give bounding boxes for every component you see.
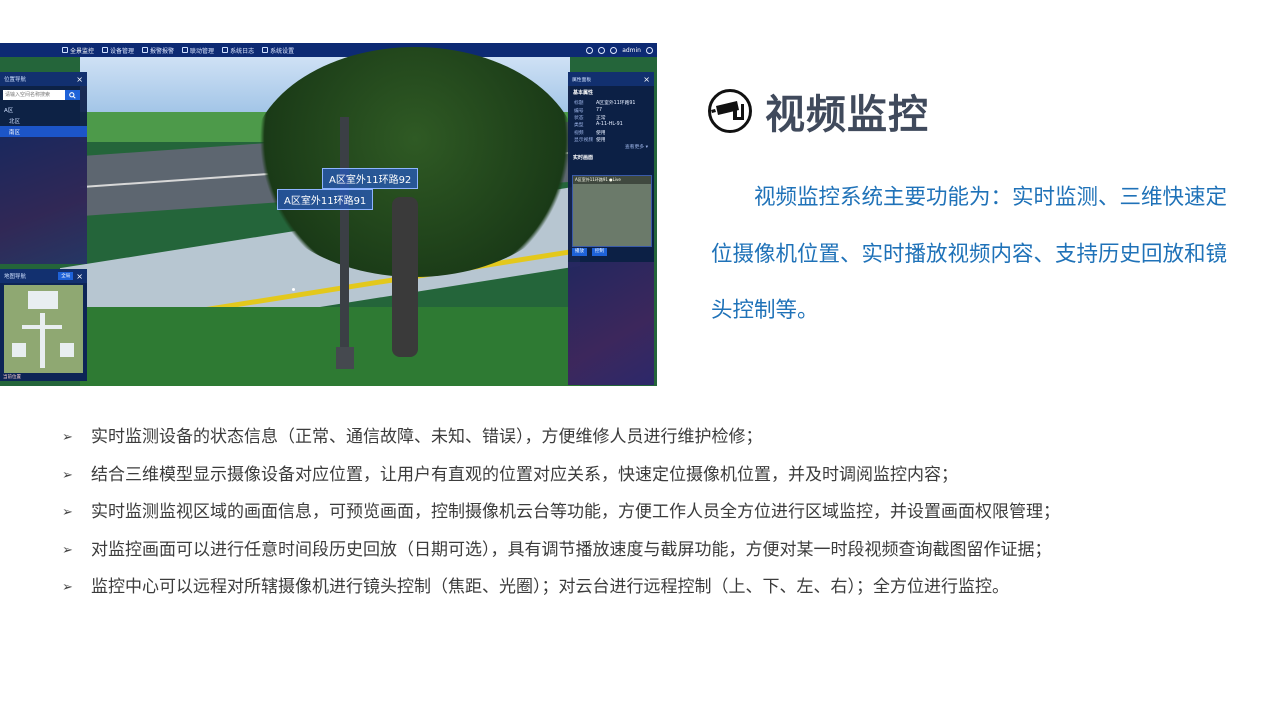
- section-video: 实时画面: [573, 155, 594, 162]
- minimap-road: [40, 313, 45, 368]
- log-icon: [222, 47, 229, 53]
- control-button[interactable]: 控制: [592, 248, 607, 256]
- minimap-title: 地图导航: [4, 274, 27, 280]
- close-icon[interactable]: ×: [643, 75, 650, 84]
- username[interactable]: admin: [622, 47, 641, 54]
- menu-item-settings[interactable]: 系统设置: [262, 46, 294, 55]
- prop-row: 类型 A-11-HL-91: [574, 122, 623, 129]
- nav-panel-background: [0, 132, 87, 264]
- topbar-right: admin: [586, 43, 653, 57]
- bell-icon: [142, 47, 149, 53]
- location-nav-panel: 位置导航 × A区 北区 南区: [0, 72, 87, 264]
- minimap-building: [28, 291, 58, 309]
- app-screenshot: 全景监控 设备管理 报警报警 联动管理 系统日志 系统设置 admin A区室外…: [0, 43, 657, 386]
- camera-label-92[interactable]: A区室外11环路92: [322, 168, 419, 189]
- user-icon: [610, 46, 618, 54]
- more-link[interactable]: 查看更多 ▾: [568, 143, 654, 151]
- video-title: A区室外11环路91 ●Live: [573, 176, 651, 184]
- minimap-current-location: 当前位置: [3, 375, 21, 380]
- power-icon[interactable]: [646, 46, 653, 54]
- list-item: ➢ 实时监测监视区域的画面信息，可预览画面，控制摄像机云台等功能，方便工作人员全方…: [60, 498, 1230, 527]
- nav-search: [3, 90, 84, 100]
- device-icon: [102, 47, 109, 53]
- tree-item-south[interactable]: 南区: [0, 126, 87, 137]
- feature-list: ➢ 实时监测设备的状态信息（正常、通信故障、未知、错误），方便维修人员进行维护检修…: [60, 423, 1230, 611]
- arrow-bullet-icon: ➢: [62, 467, 73, 483]
- property-panel-background: [568, 262, 654, 385]
- nav-panel-header: 位置导航 ×: [0, 72, 87, 86]
- cursor-dot: [292, 288, 295, 291]
- prop-row: 编号 77: [574, 107, 603, 114]
- monitor-icon: [62, 47, 68, 53]
- app-topbar: 全景监控 设备管理 报警报警 联动管理 系统日志 系统设置 admin: [0, 43, 657, 57]
- minimap-header: 地图导航 全局 ×: [0, 269, 87, 283]
- close-icon[interactable]: ×: [76, 272, 83, 281]
- search-button[interactable]: [65, 90, 80, 100]
- menu-item-linkage[interactable]: 联动管理: [182, 46, 214, 55]
- prop-row: 显示视频 使用: [574, 138, 606, 144]
- list-item: ➢ 监控中心可以远程对所辖摄像机进行镜头控制（焦距、光圈）；对云台进行远程控制（上…: [60, 573, 1230, 602]
- cctv-camera-icon: [708, 89, 752, 133]
- title-block: 视频监控: [707, 80, 929, 142]
- list-item: ➢ 结合三维模型显示摄像设备对应位置，让用户有直观的位置对应关系，快速定位摄像机位…: [60, 461, 1230, 490]
- minimap-building: [60, 343, 74, 357]
- menu-item-panorama[interactable]: 全景监控: [62, 46, 94, 55]
- prop-row: 状态 正常: [574, 115, 606, 121]
- menu-item-logs[interactable]: 系统日志: [222, 46, 254, 55]
- play-button[interactable]: 播放: [572, 248, 587, 256]
- menu-item-alarms[interactable]: 报警报警: [142, 46, 174, 55]
- arrow-bullet-icon: ➢: [62, 580, 73, 595]
- menu-item-devices[interactable]: 设备管理: [102, 46, 134, 55]
- camera-pole[interactable]: [340, 117, 349, 367]
- help-icon[interactable]: [586, 46, 594, 54]
- close-icon[interactable]: ×: [76, 75, 83, 84]
- property-panel-title: 属性面板: [572, 77, 592, 83]
- prop-row: 视频 使用: [574, 130, 606, 136]
- prop-row: 标题 A区室外11环路91: [574, 101, 636, 107]
- section-basic: 基本属性: [573, 90, 594, 96]
- tree-item-north[interactable]: 北区: [0, 115, 87, 126]
- info-icon[interactable]: [598, 46, 606, 54]
- tree-item-a[interactable]: A区: [0, 104, 87, 115]
- property-panel-header: 属性面板 ×: [568, 72, 654, 86]
- list-item: ➢ 对监控画面可以进行任意时间段历史回放（日期可选），具有调节播放速度与截屏功能，…: [60, 536, 1230, 565]
- scene-grass-near: [80, 307, 580, 386]
- camera-pole-base: [336, 347, 354, 369]
- minimap-building: [12, 343, 26, 357]
- camera-label-91[interactable]: A区室外11环路91: [277, 189, 374, 210]
- nav-search-input[interactable]: [3, 90, 65, 100]
- page-title: 视频监控: [765, 92, 929, 138]
- live-video-preview[interactable]: A区室外11环路91 ●Live: [572, 175, 652, 247]
- minimap[interactable]: [4, 285, 83, 373]
- minimap-global-button[interactable]: 全局: [58, 272, 74, 280]
- link-icon: [182, 47, 189, 53]
- page-description: 视频监控系统主要功能为：实时监测、三维快速定位摄像机位置、实时播放视频内容、支持…: [711, 185, 1228, 323]
- 3d-scene[interactable]: A区室外11环路92 A区室外11环路91: [0, 47, 657, 386]
- property-panel: 属性面板 × 基本属性 标题 A区室外11环路91 编号 77 状态 正常 类型 A-1…: [568, 72, 654, 385]
- list-item: ➢ 实时监测设备的状态信息（正常、通信故障、未知、错误），方便维修人员进行维护检修…: [60, 423, 1230, 452]
- arrow-bullet-icon: ➢: [62, 542, 73, 558]
- arrow-bullet-icon: ➢: [62, 505, 73, 520]
- arrow-bullet-icon: ➢: [62, 430, 73, 445]
- settings-icon: [262, 47, 269, 53]
- scene-tree-trunk: [392, 197, 418, 357]
- nav-panel-title: 位置导航: [4, 77, 27, 83]
- search-icon: [69, 91, 76, 99]
- minimap-panel: 地图导航 全局 × 当前位置: [0, 269, 87, 381]
